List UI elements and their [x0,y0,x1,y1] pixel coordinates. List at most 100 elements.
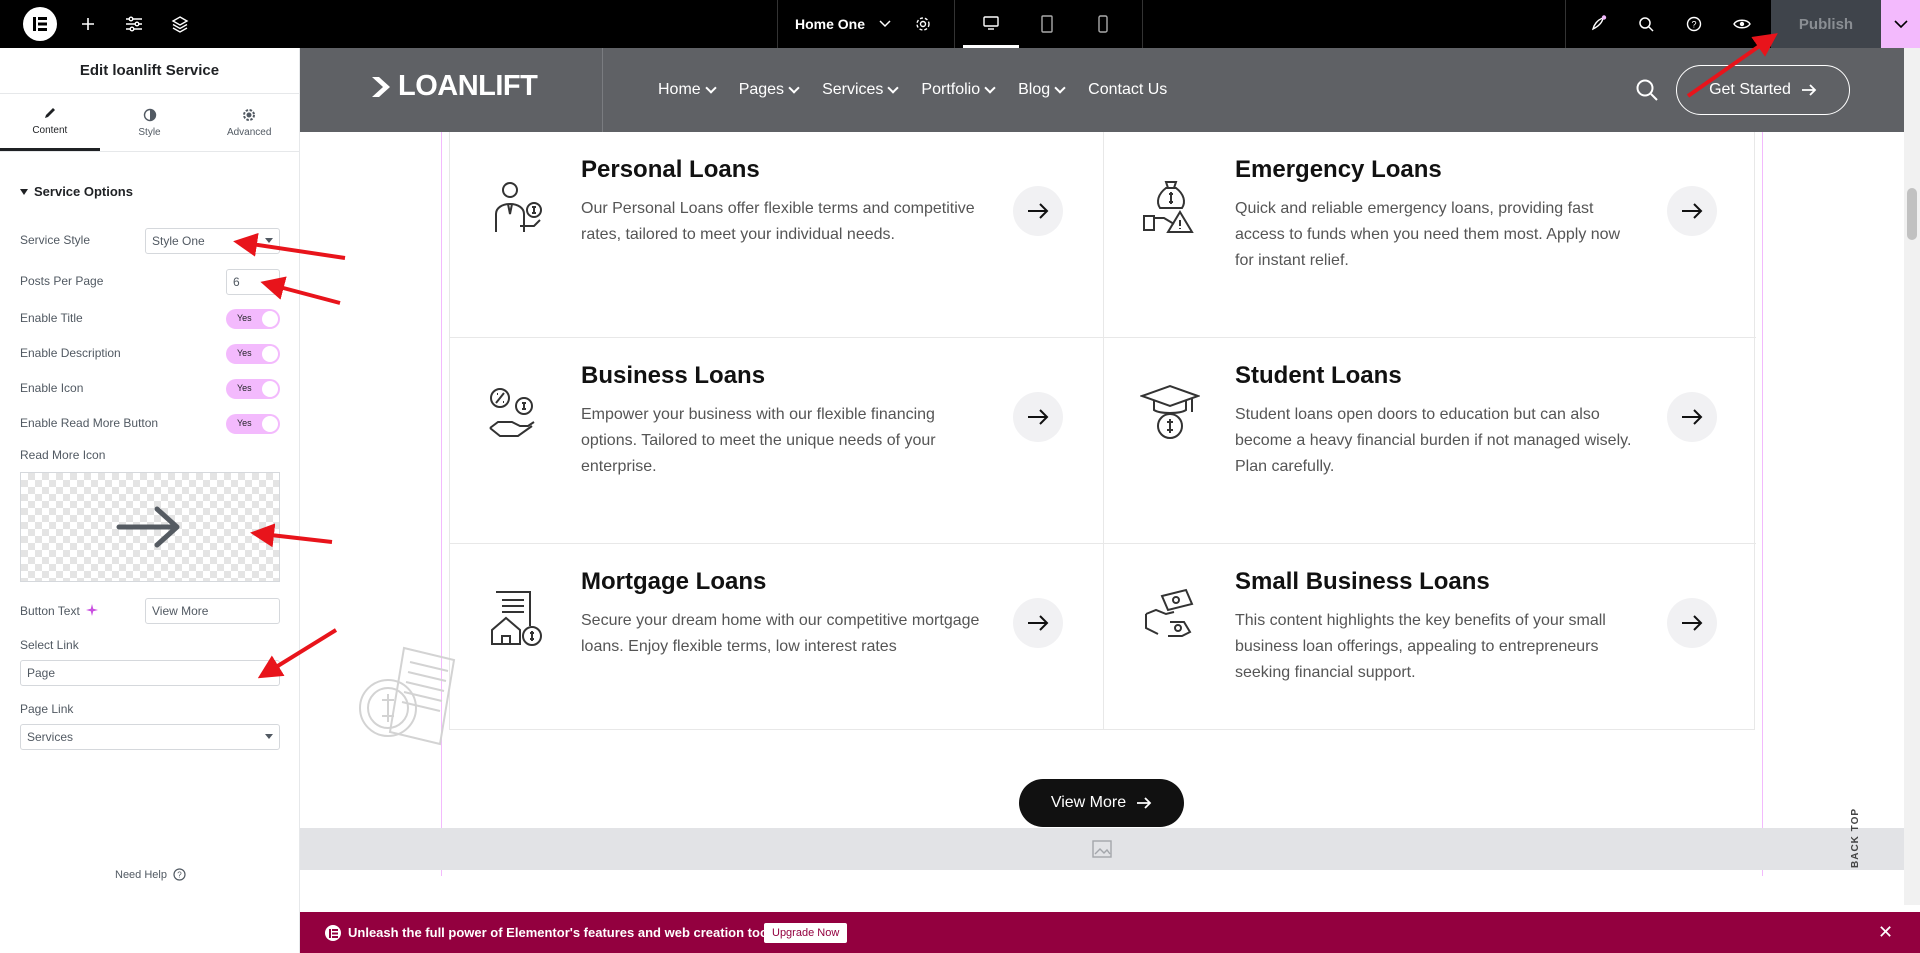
page-link-select[interactable]: Services [20,724,280,750]
site-preview: LOANLIFT Home Pages Services Portfolio B… [300,48,1904,953]
nav-item-blog[interactable]: Blog [1018,81,1066,99]
page-link-label: Page Link [20,702,74,716]
tablet-view-icon[interactable] [1019,0,1075,48]
half-circle-icon [143,108,156,121]
tab-advanced[interactable]: Advanced [199,94,299,151]
nav-label: Services [822,81,884,98]
add-element-icon[interactable] [74,0,102,48]
nav-label: Blog [1018,81,1051,98]
read-more-icon-picker[interactable] [20,472,280,582]
arrow-right-icon [1137,797,1152,809]
service-card: Personal Loans Our Personal Loans offer … [450,132,1103,338]
select-link-value: Page [27,666,56,680]
small-business-loan-icon [1145,588,1194,637]
get-started-label: Get Started [1709,81,1791,98]
notifications-rocket-icon[interactable] [1584,0,1612,48]
publish-button[interactable]: Publish [1771,0,1881,48]
section-title-text: Service Options [34,184,133,199]
tab-advanced-label: Advanced [226,126,272,138]
search-icon[interactable] [1632,0,1660,48]
service-card: Emergency Loans Quick and reliable emerg… [1103,132,1756,338]
caret-down-icon [265,734,273,739]
document-title-text: Home One [795,16,866,32]
upgrade-now-button[interactable]: Upgrade Now [764,923,848,943]
toggle-state: Yes [237,313,252,323]
nav-item-pages[interactable]: Pages [738,81,800,99]
structure-layers-icon[interactable] [166,0,194,48]
button-text-value: View More [152,604,209,618]
card-read-more-button[interactable] [1667,598,1717,648]
button-text-input[interactable]: View More [145,598,280,624]
card-title: Mortgage Loans [581,568,767,595]
card-read-more-button[interactable] [1667,186,1717,236]
nav-item-home[interactable]: Home [658,81,717,99]
service-style-value: Style One [152,234,205,248]
card-description: This content highlights the key benefits… [1235,612,1606,681]
view-more-button[interactable]: View More [1019,779,1184,827]
document-title[interactable]: Home One [795,0,891,48]
search-icon[interactable] [1635,78,1659,102]
elementor-logo-icon[interactable] [23,7,57,41]
card-description: Empower your business with our flexible … [581,406,936,475]
card-read-more-button[interactable] [1013,186,1063,236]
need-help-link[interactable]: Need Help ? [115,868,186,881]
scrollbar-thumb[interactable] [1907,188,1917,240]
nav-label: Home [658,81,701,98]
chevron-down-icon [1893,19,1908,28]
card-read-more-button[interactable] [1013,598,1063,648]
tab-content[interactable]: Content [0,94,100,151]
nav-label: Pages [738,81,785,98]
service-style-select[interactable]: Style One [145,228,280,254]
decorative-coins-icon [359,646,456,746]
card-read-more-button[interactable] [1013,392,1063,442]
desktop-view-icon[interactable] [963,0,1019,48]
section-service-options[interactable]: Service Options [20,184,133,199]
service-card: Student Loans Student loans open doors t… [1103,338,1756,544]
image-placeholder-icon [1092,840,1112,858]
enable-description-toggle[interactable]: Yes [226,344,280,364]
mobile-view-icon[interactable] [1075,0,1131,48]
arrow-right-icon [1682,203,1703,219]
arrow-right-icon [1028,203,1049,219]
document-controls: Home One [777,0,1143,48]
enable-title-toggle[interactable]: Yes [226,309,280,329]
help-icon[interactable]: ? [1680,0,1708,48]
enable-icon-toggle[interactable]: Yes [226,379,280,399]
ai-sparkle-icon[interactable] [86,604,98,616]
personal-loan-icon [495,182,542,232]
card-read-more-button[interactable] [1667,392,1717,442]
site-settings-icon[interactable] [120,0,148,48]
gear-icon [243,108,256,121]
tab-style-label: Style [138,126,161,138]
arrow-right-icon [1682,615,1703,631]
preview-scrollbar[interactable] [1904,48,1920,905]
enable-read-more-toggle[interactable]: Yes [226,414,280,434]
tab-style[interactable]: Style [100,94,200,151]
get-started-button[interactable]: Get Started [1676,65,1850,115]
card-title: Business Loans [581,362,766,389]
close-icon[interactable]: ✕ [1878,922,1893,943]
back-to-top-link[interactable]: BACK TOP [1850,808,1861,868]
page-settings-gear-icon[interactable] [908,0,938,48]
tab-content-label: Content [32,125,68,136]
toggle-state: Yes [237,383,252,393]
site-nav: Home Pages Services Portfolio Blog Conta… [658,48,1167,132]
nav-item-portfolio[interactable]: Portfolio [921,81,996,99]
publish-options-button[interactable] [1881,0,1920,48]
button-text-label: Button Text [20,604,80,618]
service-card: Mortgage Loans Secure your dream home wi… [450,544,1103,730]
chevron-logo-icon [372,76,390,97]
select-link-select[interactable]: Page [20,660,280,686]
mortgage-loan-icon [491,591,542,646]
posts-per-page-input[interactable]: 6 [226,269,280,295]
toggle-label: Enable Read More Button [20,416,159,430]
chevron-down-icon [1054,82,1066,94]
nav-item-contact[interactable]: Contact Us [1088,81,1167,99]
chevron-down-icon [879,20,891,28]
service-card: Small Business Loans This content highli… [1103,544,1756,730]
site-logo[interactable]: LOANLIFT [370,70,538,103]
elementor-logo-icon [325,925,341,941]
preview-eye-icon[interactable] [1728,0,1756,48]
card-description: Student loans open doors to education bu… [1235,406,1632,475]
nav-item-services[interactable]: Services [822,81,900,99]
